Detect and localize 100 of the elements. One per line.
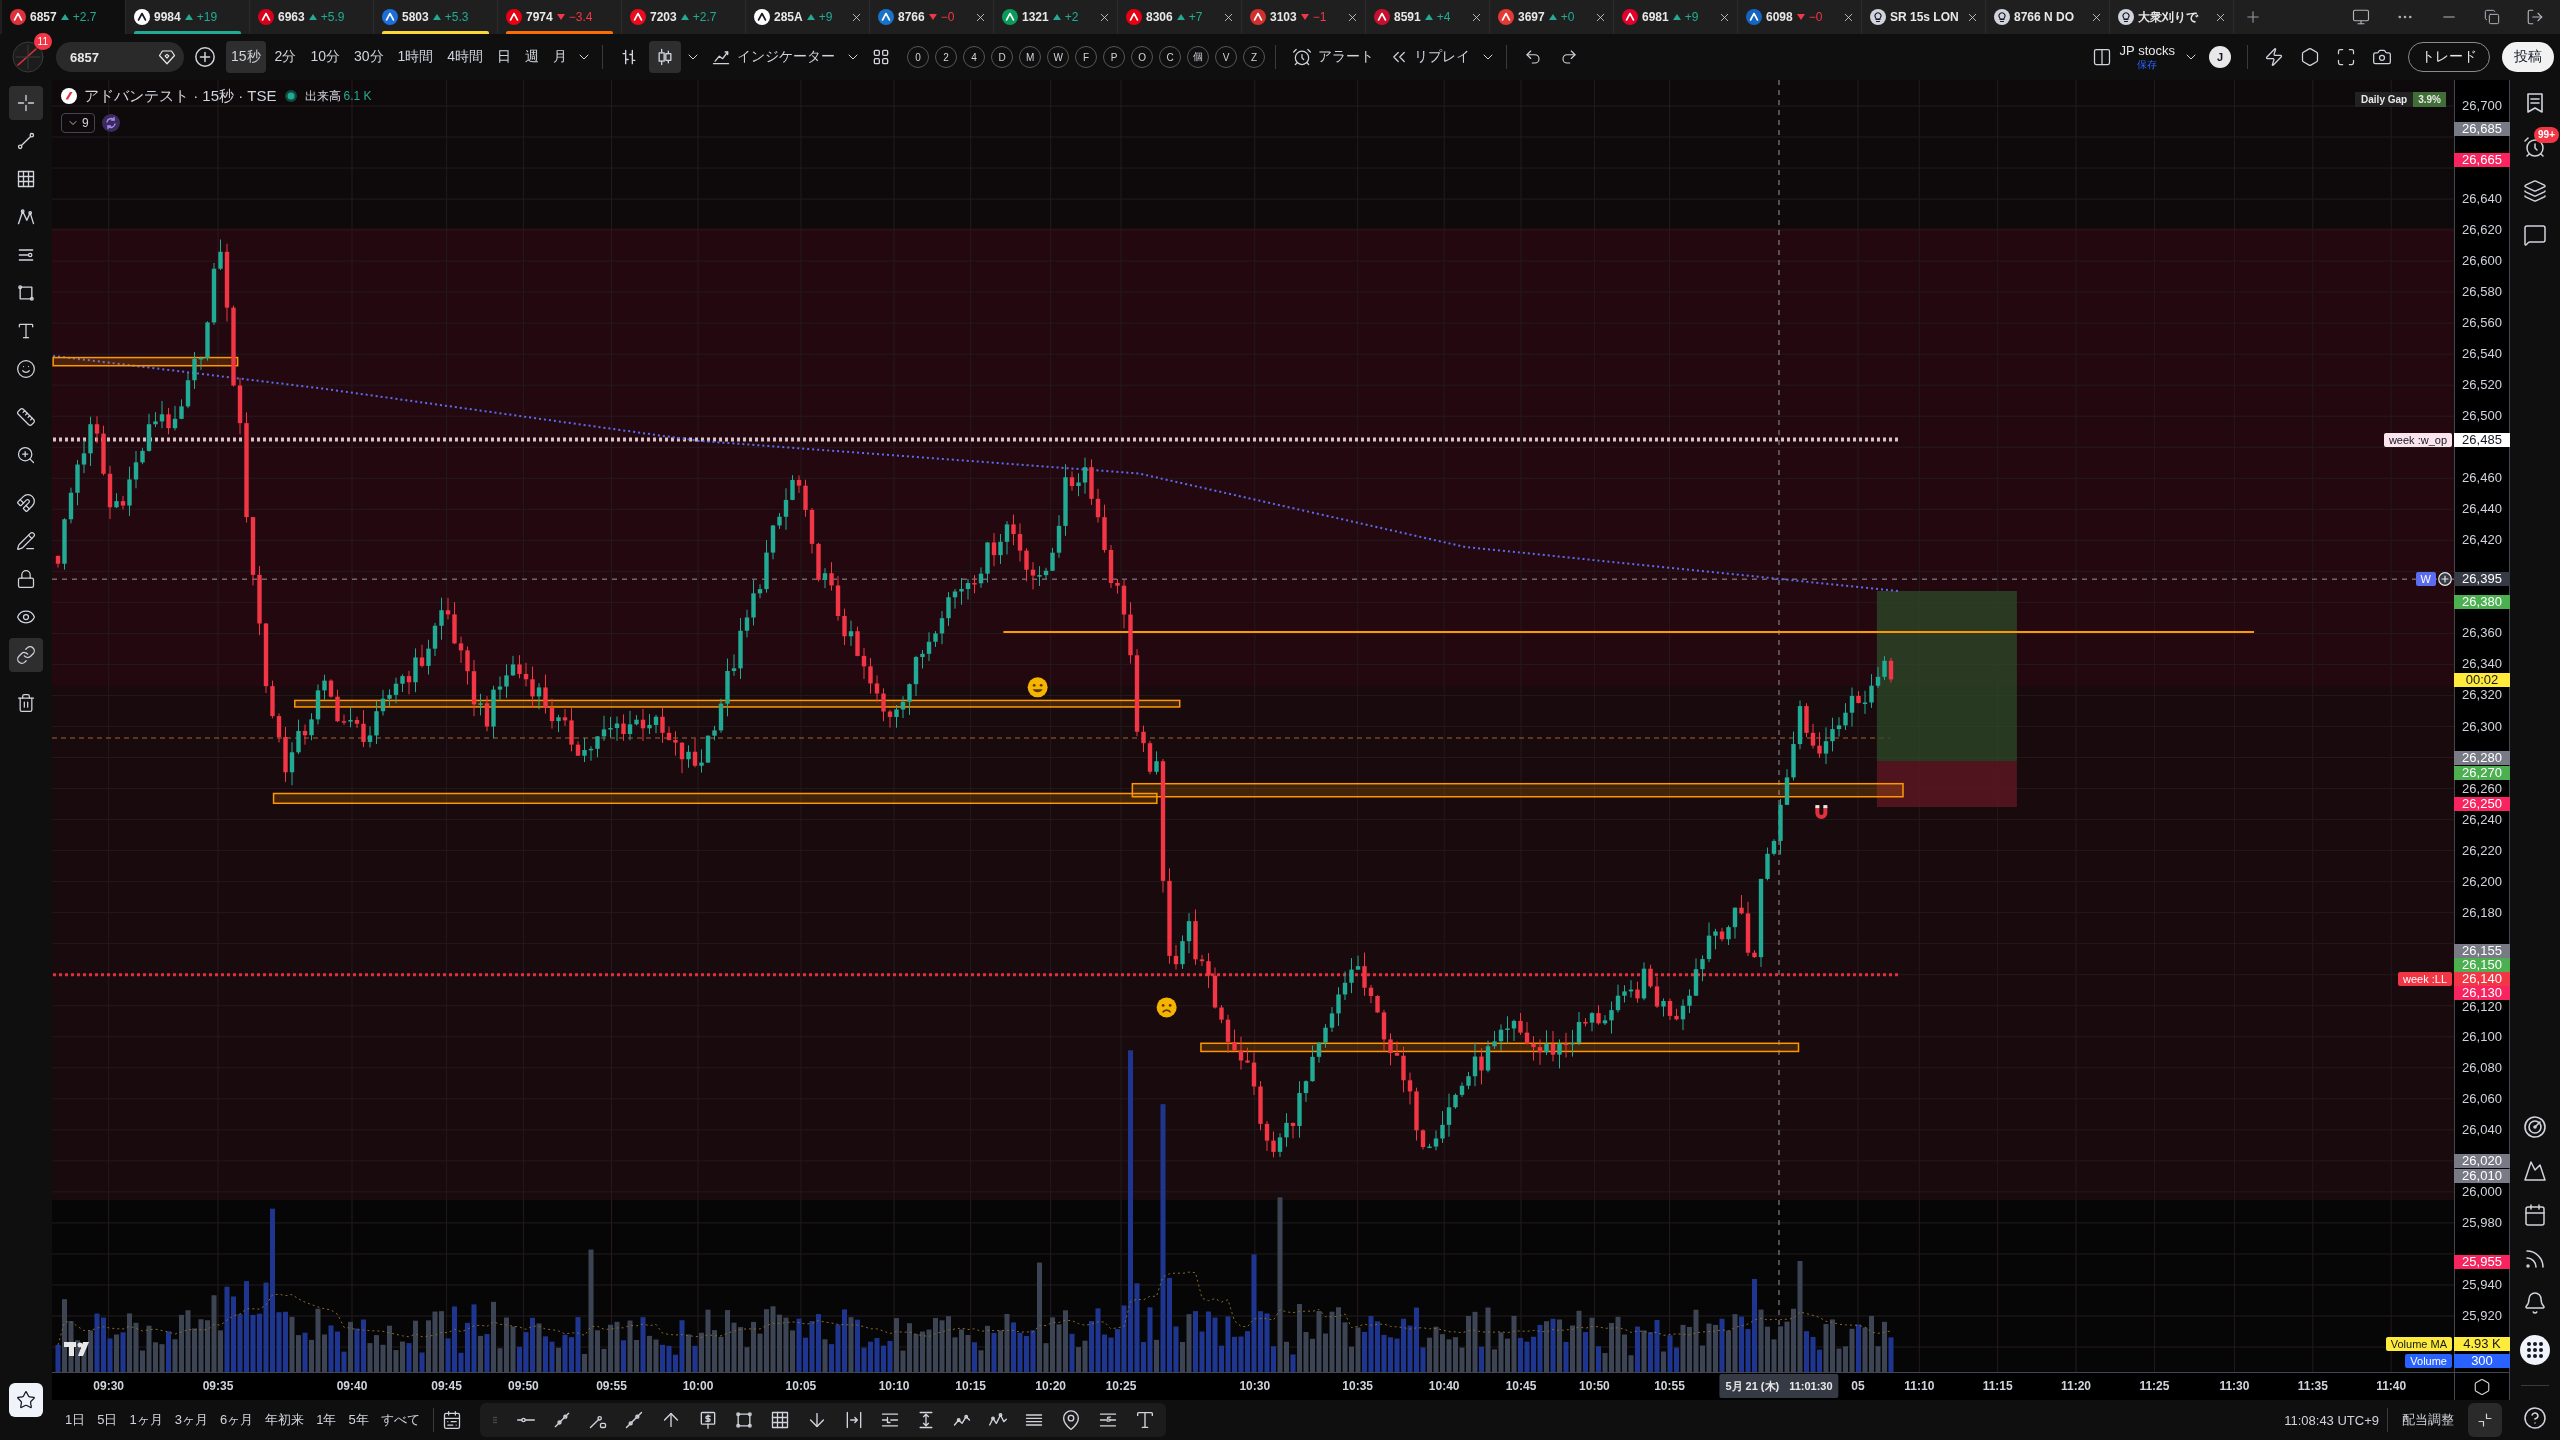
- price-tag: 26,140: [2454, 972, 2510, 987]
- target-icon[interactable]: [2523, 1115, 2547, 1139]
- logo-icon: [64, 1342, 89, 1356]
- chart-type-button[interactable]: [649, 41, 682, 73]
- monitor-icon[interactable]: [2352, 8, 2370, 26]
- time-tick: 11:35: [2297, 1379, 2328, 1393]
- text-icon[interactable]: [16, 321, 36, 341]
- time-tick: 10:05: [785, 1379, 817, 1393]
- interval-button[interactable]: 10分: [305, 41, 345, 73]
- grid-icon[interactable]: [16, 169, 36, 189]
- alert-button[interactable]: アラート: [1286, 41, 1381, 73]
- diamond-icon[interactable]: [158, 48, 176, 66]
- mountain-icon[interactable]: [2523, 1159, 2547, 1183]
- settings-icon[interactable]: [2473, 1377, 2491, 1396]
- price-tick: 26,220: [2461, 843, 2503, 858]
- rectangle-icon[interactable]: [16, 283, 36, 303]
- ruler-icon[interactable]: [16, 407, 36, 427]
- tool-button[interactable]: [9, 638, 43, 672]
- settings-icon: [2300, 47, 2320, 67]
- redo-icon: [1560, 48, 1579, 66]
- trend-line-icon[interactable]: [16, 131, 36, 151]
- star-icon: [16, 1390, 36, 1410]
- crosshair-icon[interactable]: [16, 93, 36, 113]
- interval-button[interactable]: 月: [548, 41, 573, 73]
- range-button[interactable]: 6ヶ月: [214, 1407, 259, 1433]
- layers-icon[interactable]: [2523, 179, 2547, 203]
- pattern-icon[interactable]: [16, 207, 36, 227]
- extended-line-icon[interactable]: [623, 1410, 644, 1430]
- price-tick: 26,560: [2461, 316, 2503, 331]
- lock-icon[interactable]: [16, 569, 36, 589]
- interval-button[interactable]: 日: [492, 41, 517, 73]
- range-button[interactable]: 5年: [343, 1407, 374, 1433]
- indicator-label: Volume MA: [2385, 1337, 2452, 1351]
- range-button[interactable]: 5日: [92, 1407, 123, 1433]
- apps-button[interactable]: [2520, 1335, 2550, 1365]
- help-icon[interactable]: [2523, 1406, 2547, 1430]
- time-tick: 10:15: [955, 1379, 987, 1393]
- time-tick: 11:40: [2376, 1379, 2407, 1393]
- restore-icon[interactable]: [2484, 9, 2500, 25]
- bell-icon[interactable]: [2523, 1291, 2547, 1315]
- time-tick: 11:15: [1982, 1379, 2013, 1393]
- tab[interactable]: 6857 +2.7: [2, 0, 126, 34]
- chart-title: アドバンテスト · 15秒 · TSE: [84, 86, 277, 106]
- range-button[interactable]: 1ヶ月: [124, 1407, 168, 1433]
- sync-icon[interactable]: [101, 114, 120, 132]
- chat-icon[interactable]: [2523, 223, 2547, 247]
- range-button[interactable]: 3ヶ月: [169, 1407, 213, 1433]
- time-tick: 11:30: [2219, 1379, 2250, 1393]
- plus-icon[interactable]: [2244, 8, 2262, 26]
- replay-button[interactable]: リプレイ: [1384, 41, 1477, 73]
- price-tick: 26,700: [2461, 99, 2503, 113]
- price-tick: 26,420: [2461, 533, 2503, 548]
- interval-button[interactable]: 2分: [269, 41, 302, 73]
- line-label: W: [2415, 572, 2436, 587]
- time-tick: 10:10: [878, 1379, 910, 1393]
- range-button[interactable]: 1年: [311, 1407, 342, 1433]
- indicators-button[interactable]: インジケーター: [705, 41, 842, 73]
- link-icon[interactable]: [16, 645, 36, 665]
- interval-button[interactable]: 30分: [348, 41, 389, 73]
- rss-icon[interactable]: [2523, 1247, 2547, 1271]
- interval-button[interactable]: 15秒: [226, 41, 266, 73]
- price-tick: 26,100: [2461, 1029, 2503, 1044]
- plus-circle-icon[interactable]: [2438, 572, 2452, 587]
- interval-button[interactable]: 4時間: [442, 41, 489, 73]
- price-tick: 25,940: [2461, 1278, 2503, 1292]
- trash-icon[interactable]: [16, 693, 36, 713]
- collapse-button[interactable]: 9: [61, 113, 95, 133]
- calendar-icon[interactable]: [2523, 1203, 2547, 1227]
- range-button[interactable]: 1日: [60, 1407, 91, 1433]
- favorites-button[interactable]: [9, 1383, 43, 1417]
- interval-button[interactable]: 1時間: [392, 41, 439, 73]
- smiley-icon[interactable]: [16, 359, 36, 379]
- range-button[interactable]: 年初来: [260, 1407, 310, 1433]
- publish-button[interactable]: 投稿: [2502, 42, 2554, 72]
- price-tick: 26,360: [2461, 626, 2503, 641]
- magnet-icon[interactable]: [16, 493, 36, 513]
- range-button[interactable]: すべて: [375, 1407, 425, 1433]
- time-tick: 09:55: [596, 1379, 627, 1393]
- tool-button[interactable]: [9, 86, 43, 120]
- account-button[interactable]: J: [2209, 46, 2231, 68]
- status-dot-icon: [283, 89, 298, 103]
- zoom-in-icon[interactable]: [16, 445, 36, 465]
- split-layout-icon[interactable]: [2091, 47, 2112, 67]
- symbol-search-field[interactable]: 6857: [56, 42, 184, 72]
- lightbulb-icon: [1994, 9, 2010, 25]
- layout-button[interactable]: JP stocks 保存: [2115, 44, 2179, 70]
- line-label: week :LL: [2397, 972, 2452, 987]
- crosshair-time: 11:01:30: [1789, 1380, 1833, 1392]
- time-tick: 10:25: [1105, 1379, 1137, 1393]
- lightbulb-icon: [2118, 9, 2134, 25]
- grid-icon[interactable]: [769, 1410, 790, 1430]
- rectangle-icon[interactable]: [733, 1410, 754, 1430]
- price-tick: 26,440: [2461, 502, 2503, 517]
- exit-icon[interactable]: [2526, 8, 2544, 26]
- price-tick: 26,120: [2461, 1000, 2503, 1015]
- dividend-adjustment-button[interactable]: 配当調整: [2396, 1407, 2460, 1433]
- pencil-icon[interactable]: [16, 531, 36, 551]
- interval-button[interactable]: 週: [520, 41, 545, 73]
- time-tick: 10:40: [1428, 1379, 1460, 1393]
- calendar-range-icon[interactable]: [441, 1410, 462, 1430]
